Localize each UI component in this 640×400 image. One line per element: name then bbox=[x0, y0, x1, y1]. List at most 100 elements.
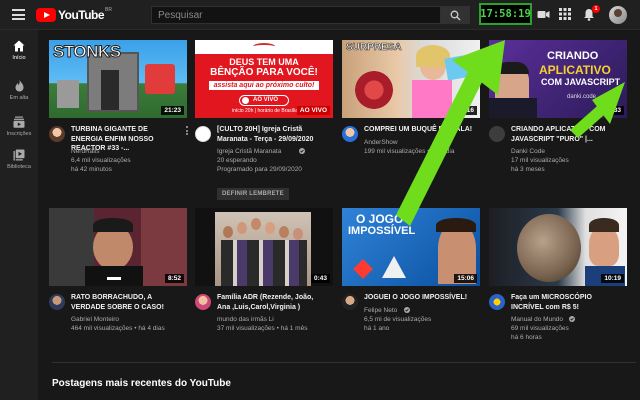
video-thumbnail[interactable]: SURPRESA 8:16 bbox=[342, 40, 480, 118]
upload-age: há 3 meses bbox=[511, 166, 545, 173]
upload-age: há 6 horas bbox=[511, 334, 542, 341]
thumbnail-text: STONKS bbox=[53, 42, 122, 62]
play-icon bbox=[242, 97, 249, 104]
live-badge: AO VIVO bbox=[296, 106, 330, 115]
video-duration: 0:43 bbox=[310, 274, 330, 283]
sidebar-item-subscriptions[interactable]: Inscrições bbox=[0, 116, 38, 137]
sidebar-item-label: Biblioteca bbox=[7, 164, 31, 170]
video-thumbnail[interactable]: DEUS TEM UMA BÊNÇÃO PARA VOCÊ! assista a… bbox=[195, 40, 333, 118]
channel-name[interactable]: Felipe Neto bbox=[364, 306, 480, 315]
search-input[interactable] bbox=[151, 6, 441, 24]
channel-name[interactable]: Danki Code bbox=[511, 147, 627, 156]
search-button[interactable] bbox=[440, 6, 470, 24]
video-title[interactable]: CRIANDO APLICATIVO COM JAVASCRIPT "PURO"… bbox=[511, 125, 621, 144]
view-count: 37 mil visualizações bbox=[217, 325, 275, 332]
view-count-and-age: 37 mil visualizações • há 1 mês bbox=[217, 325, 308, 332]
upload-age: há 1 dia bbox=[431, 148, 455, 155]
video-duration: 21:23 bbox=[161, 106, 184, 115]
waiting-count: 20 esperando bbox=[217, 157, 257, 164]
flame-icon bbox=[15, 79, 23, 92]
video-thumbnail[interactable]: 8:52 bbox=[49, 208, 187, 286]
user-avatar[interactable] bbox=[609, 6, 627, 24]
video-thumbnail[interactable]: O JOGO IMPOSSÍVEL 15:06 bbox=[342, 208, 480, 286]
video-title[interactable]: Faça um MICROSCÓPIO INCRÍVEL com R$ 5! bbox=[511, 293, 621, 312]
channel-avatar[interactable] bbox=[195, 126, 211, 142]
video-duration: 10:19 bbox=[601, 274, 624, 283]
channel-avatar[interactable] bbox=[195, 294, 211, 310]
thumbnail-text: APLICATIVO bbox=[539, 63, 611, 77]
library-icon bbox=[13, 149, 25, 161]
channel-avatar[interactable] bbox=[489, 294, 505, 310]
scheduled-date: Programado para 29/09/2020 bbox=[217, 166, 302, 173]
youtube-play-icon bbox=[36, 8, 56, 22]
channel-name[interactable]: AnderShow bbox=[364, 138, 480, 147]
verified-icon bbox=[299, 148, 305, 154]
thumbnail-text: CRIANDO bbox=[547, 50, 599, 62]
channel-avatar[interactable] bbox=[49, 294, 65, 310]
view-count: 199 mil visualizações bbox=[364, 148, 426, 155]
channel-name[interactable]: Gabriel Monteiro bbox=[71, 315, 187, 324]
video-thumbnail[interactable]: CRIANDO APLICATIVO COM JAVASCRIPT danki.… bbox=[489, 40, 627, 118]
sidebar-item-label: Início bbox=[12, 55, 26, 61]
hamburger-menu-icon[interactable] bbox=[12, 9, 25, 20]
set-reminder-button[interactable]: DEFINIR LEMBRETE bbox=[217, 188, 289, 200]
logo-region: BR bbox=[105, 7, 112, 13]
thumbnail-text: AO VIVO bbox=[253, 97, 279, 103]
video-thumbnail[interactable]: 0:43 bbox=[195, 208, 333, 286]
channel-avatar[interactable] bbox=[49, 126, 65, 142]
channel-avatar[interactable] bbox=[342, 126, 358, 142]
apps-grid-icon[interactable] bbox=[559, 8, 571, 20]
thumbnail-text: assista aqui ao próximo culto! bbox=[209, 81, 319, 90]
video-title[interactable]: Família ADR (Rezende, João, Ana ,Luis,Ca… bbox=[217, 293, 327, 312]
upload-age: há 1 mês bbox=[280, 325, 308, 332]
home-icon bbox=[13, 40, 25, 52]
thumbnail-text: início 20h | horário de Brasília bbox=[231, 108, 299, 114]
video-duration: 8:52 bbox=[164, 274, 184, 283]
sidebar-item-library[interactable]: Biblioteca bbox=[0, 149, 38, 170]
channel-name[interactable]: NerdRalls bbox=[71, 147, 187, 156]
video-title[interactable]: JOGUEI O JOGO IMPOSSÍVEL! bbox=[364, 293, 474, 303]
top-bar: YouTube BR 17:58:19 1 bbox=[0, 0, 640, 30]
upload-age: há 42 minutos bbox=[71, 166, 112, 173]
notification-badge: 1 bbox=[592, 5, 600, 13]
verified-icon bbox=[404, 307, 410, 313]
video-duration: 15:06 bbox=[454, 274, 477, 283]
sidebar-item-home[interactable]: Início bbox=[0, 40, 38, 61]
view-count-and-age: 464 mil visualizações • há 4 dias bbox=[71, 325, 165, 332]
view-count: 69 mil visualizações bbox=[511, 325, 569, 332]
view-count: 6,5 mi de visualizações bbox=[364, 316, 432, 323]
upload-age: há 4 dias bbox=[138, 325, 165, 332]
thumbnail-text: DEUS TEM UMA bbox=[229, 57, 299, 67]
adidas-logo bbox=[107, 274, 121, 280]
search-icon bbox=[450, 10, 461, 21]
channel-name[interactable]: Igreja Cristã Maranata bbox=[217, 147, 333, 156]
sidebar-item-trending[interactable]: Em alta bbox=[0, 79, 38, 101]
channel-name[interactable]: mundo das irmãs Li bbox=[217, 315, 333, 324]
section-divider bbox=[52, 362, 636, 363]
video-title[interactable]: COMPREI UM BUQUÊ DE BALA! bbox=[364, 125, 474, 135]
video-duration: 8:16 bbox=[457, 106, 477, 115]
logo-text: YouTube bbox=[58, 8, 105, 22]
thumbnail-text: O JOGO bbox=[356, 212, 404, 226]
subscriptions-icon bbox=[13, 116, 25, 128]
video-title[interactable]: [CULTO 20H] Igreja Cristã Maranata - Ter… bbox=[217, 125, 327, 144]
thumbnail-text: BÊNÇÃO PARA VOCÊ! bbox=[210, 67, 318, 78]
more-options-icon[interactable] bbox=[186, 126, 189, 137]
thumbnail-text: SURPRESA bbox=[346, 42, 402, 54]
view-count: 17 mil visualizações bbox=[511, 157, 569, 164]
youtube-logo[interactable]: YouTube BR bbox=[36, 7, 112, 23]
thumbnail-text: COM JAVASCRIPT bbox=[541, 77, 621, 87]
view-count: 464 mil visualizações bbox=[71, 325, 133, 332]
verified-icon bbox=[569, 316, 575, 322]
sidebar-item-label: Em alta bbox=[9, 95, 29, 101]
thumbnail-text: danki.code bbox=[567, 94, 597, 100]
create-video-icon[interactable] bbox=[537, 8, 550, 21]
video-duration: 18:33 bbox=[601, 106, 624, 115]
video-title[interactable]: RATO BORRACHUDO, A VERDADE SOBRE O CASO! bbox=[71, 293, 181, 312]
view-count: 6,4 mil visualizações bbox=[71, 157, 131, 164]
video-thumbnail[interactable]: 10:19 bbox=[489, 208, 627, 286]
video-thumbnail[interactable]: STONKS 21:23 bbox=[49, 40, 187, 118]
channel-avatar[interactable] bbox=[489, 126, 505, 142]
channel-avatar[interactable] bbox=[342, 294, 358, 310]
upload-age: há 1 ano bbox=[364, 325, 390, 332]
